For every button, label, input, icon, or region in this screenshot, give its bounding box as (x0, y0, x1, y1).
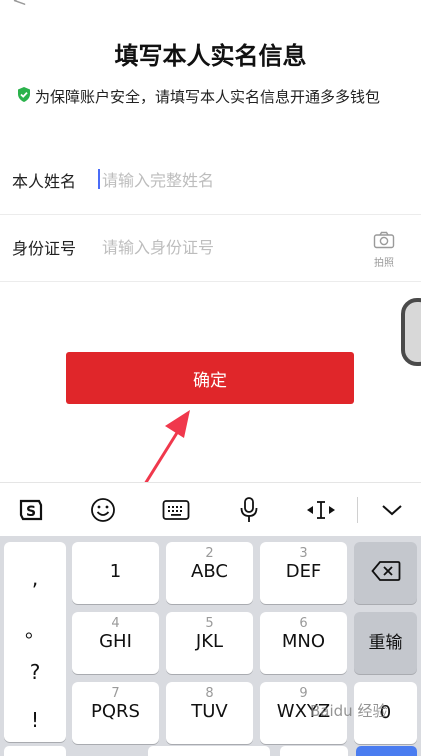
symbol-exclamation[interactable]: ! (4, 708, 66, 732)
cursor-move-icon[interactable] (304, 493, 338, 527)
key-5-jkl[interactable]: 5 JKL (166, 612, 253, 674)
emoji-icon[interactable] (86, 493, 120, 527)
photo-button[interactable]: 拍照 (369, 231, 399, 269)
collapse-chevron-icon[interactable] (375, 493, 409, 527)
key-1[interactable]: 1 (72, 542, 159, 604)
keyboard-icon[interactable] (159, 493, 193, 527)
shield-check-icon (16, 86, 35, 107)
keyboard-toolbar: S (0, 482, 421, 537)
bottom-key-3[interactable] (280, 746, 348, 756)
delete-key[interactable] (354, 542, 417, 604)
key-2-abc[interactable]: 2 ABC (166, 542, 253, 604)
key-3-def[interactable]: 3 DEF (260, 542, 347, 604)
svg-text:S: S (26, 504, 36, 520)
bottom-key-1[interactable] (4, 746, 66, 756)
id-row: 身份证号 拍照 (0, 215, 421, 282)
name-row: 本人姓名 (0, 148, 421, 215)
key-letters: TUV (191, 701, 228, 722)
key-letters: DEF (285, 561, 322, 582)
page-title: 填写本人实名信息 (114, 42, 307, 70)
key-number: 3 (299, 546, 308, 561)
key-number (72, 546, 159, 561)
key-letters: PQRS (91, 701, 140, 722)
sogou-logo-icon[interactable]: S (14, 493, 48, 527)
key-number: 7 (111, 686, 120, 701)
back-icon[interactable]: < (12, 0, 27, 11)
text-cursor (98, 169, 100, 189)
key-letters: ABC (191, 561, 228, 582)
symbol-column[interactable]: , 。 ? ! (4, 542, 66, 742)
id-label: 身份证号 (12, 239, 77, 258)
keyboard: , 。 ? ! 1 2 ABC 3 DEF 4 GHI 5 JKL 6 MNO … (0, 536, 421, 756)
watermark: Baidu 经验 (310, 702, 388, 720)
confirm-button[interactable]: 确定 (66, 352, 354, 404)
camera-icon (373, 231, 395, 253)
key-letters: 1 (109, 561, 122, 582)
symbol-period[interactable]: 。 (4, 614, 66, 643)
reenter-label: 重输 (368, 633, 403, 653)
bottom-key-2[interactable] (148, 746, 270, 756)
key-4-ghi[interactable]: 4 GHI (72, 612, 159, 674)
security-notice: 为保障账户安全，请填写本人实名信息开通多多钱包 (16, 86, 380, 107)
symbol-comma[interactable]: , (4, 566, 66, 590)
photo-caption: 拍照 (374, 258, 394, 269)
backspace-icon (354, 560, 417, 586)
key-letters: MNO (281, 631, 326, 652)
microphone-icon[interactable] (232, 493, 266, 527)
key-number: 8 (205, 686, 214, 701)
notice-text: 为保障账户安全，请填写本人实名信息开通多多钱包 (35, 88, 381, 106)
id-number-input[interactable] (98, 233, 362, 261)
name-label: 本人姓名 (12, 172, 77, 191)
key-6-mno[interactable]: 6 MNO (260, 612, 347, 674)
key-letters: GHI (99, 631, 132, 652)
key-letters: JKL (195, 631, 224, 652)
toolbar-divider (357, 497, 358, 523)
floating-handle[interactable] (401, 298, 421, 366)
name-input[interactable] (98, 166, 362, 194)
key-number: 4 (111, 616, 120, 631)
key-number: 5 (205, 616, 214, 631)
reenter-key[interactable]: 重输 (354, 612, 417, 674)
key-number: 9 (299, 686, 308, 701)
key-8-tuv[interactable]: 8 TUV (166, 682, 253, 744)
symbol-question[interactable]: ? (4, 660, 66, 684)
key-number: 6 (299, 616, 308, 631)
key-7-pqrs[interactable]: 7 PQRS (72, 682, 159, 744)
bottom-key-4[interactable] (356, 746, 417, 756)
key-number: 2 (205, 546, 214, 561)
